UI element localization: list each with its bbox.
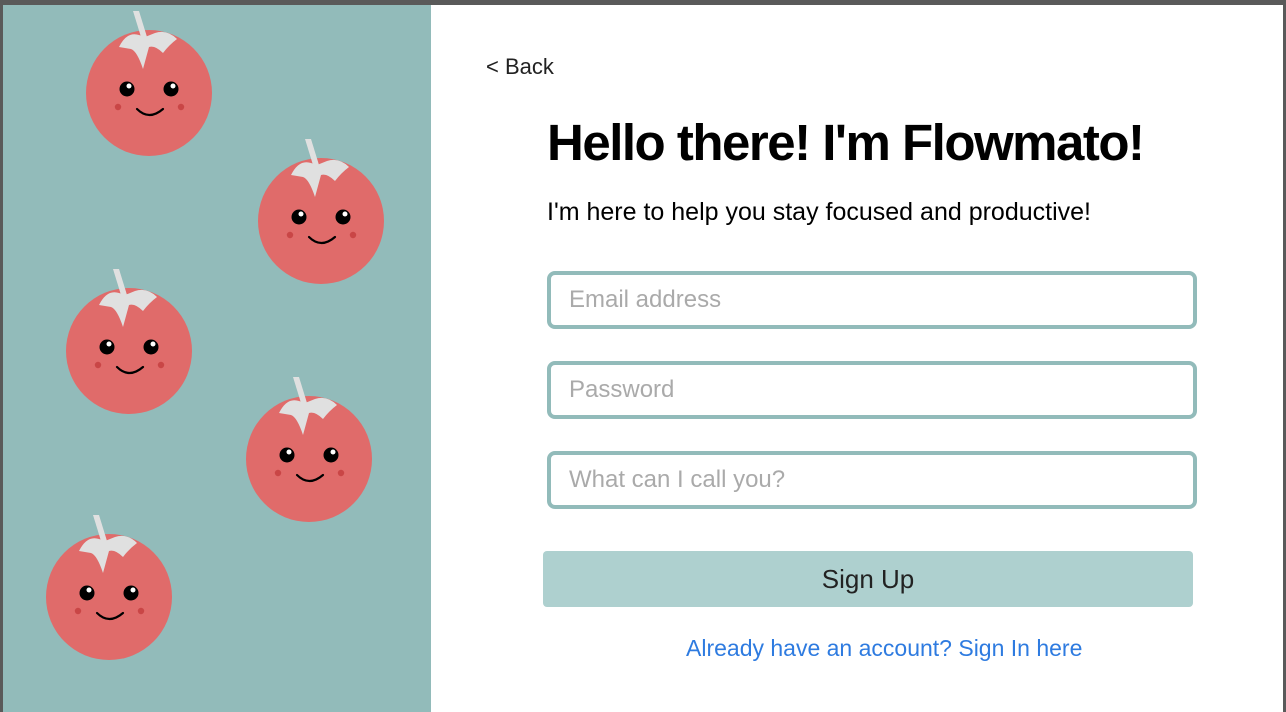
page-subtitle: I'm here to help you stay focused and pr… bbox=[547, 198, 1091, 226]
tomato-mascot-icon bbox=[63, 263, 195, 415]
page-title: Hello there! I'm Flowmato! bbox=[547, 114, 1145, 171]
tomato-mascot-icon bbox=[83, 5, 215, 157]
tomato-mascot-icon bbox=[255, 133, 387, 285]
sign-in-link[interactable]: Already have an account? Sign In here bbox=[686, 635, 1082, 662]
tomato-mascot-icon bbox=[43, 509, 175, 661]
tomato-mascot-icon bbox=[243, 371, 375, 523]
back-link[interactable]: < Back bbox=[486, 54, 554, 80]
sign-up-button[interactable]: Sign Up bbox=[543, 551, 1193, 607]
name-field[interactable] bbox=[547, 451, 1197, 509]
mascot-sidebar bbox=[3, 5, 431, 712]
password-field[interactable] bbox=[547, 361, 1197, 419]
signup-window: < Back Hello there! I'm Flowmato! I'm he… bbox=[3, 5, 1283, 712]
email-field[interactable] bbox=[547, 271, 1197, 329]
signup-panel: < Back Hello there! I'm Flowmato! I'm he… bbox=[431, 5, 1283, 712]
